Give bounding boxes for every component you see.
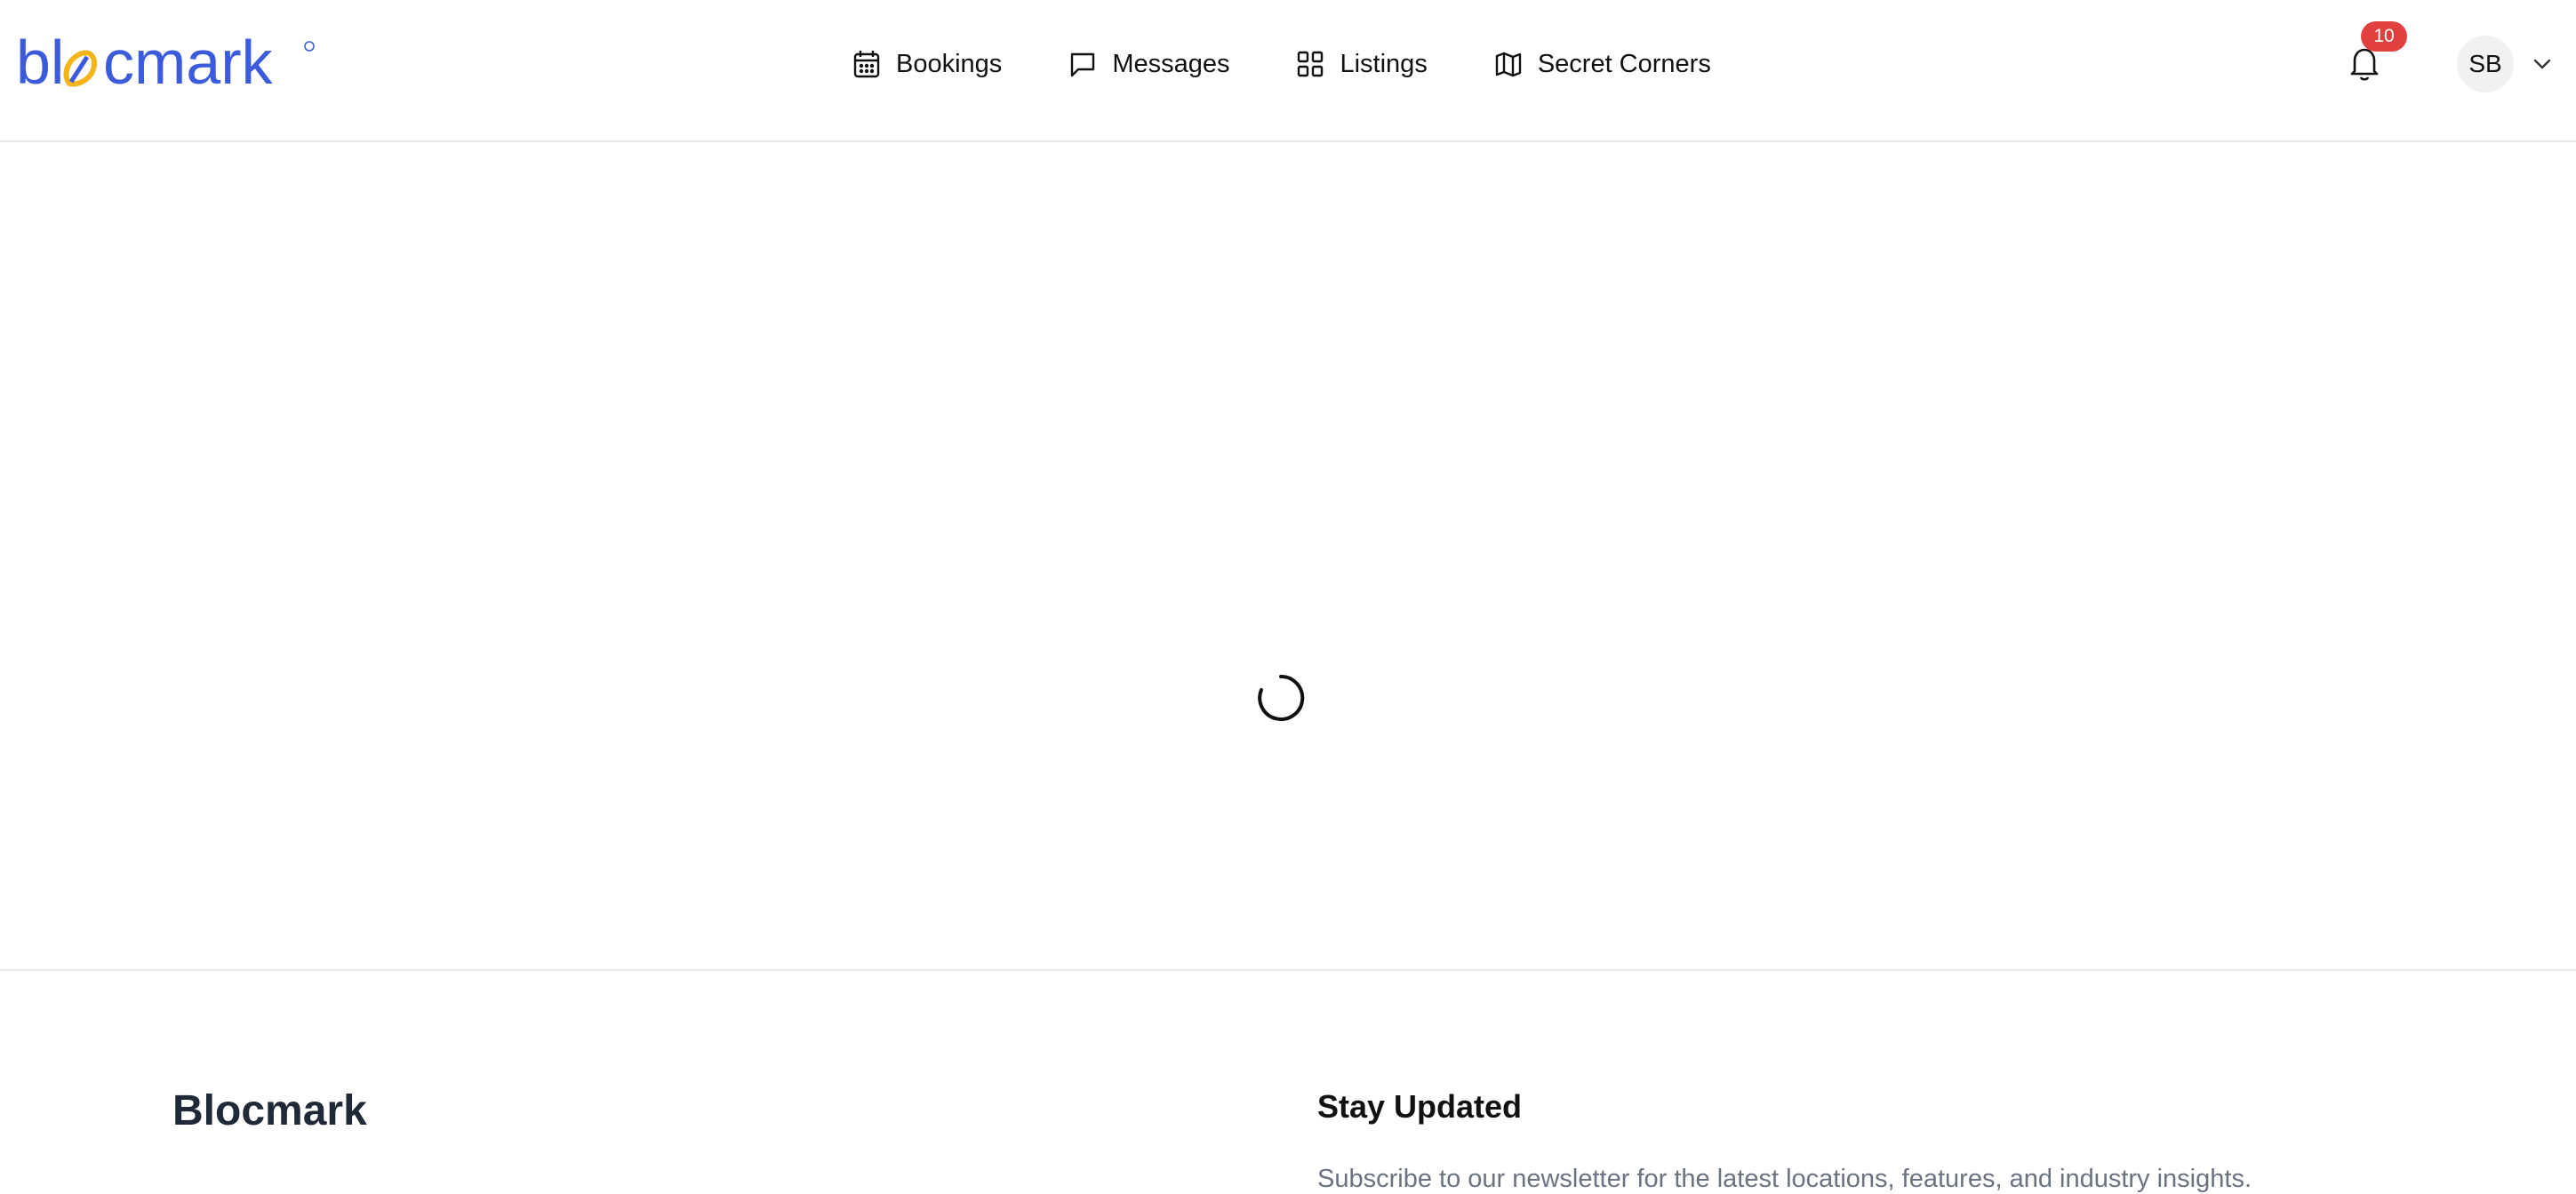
nav-item-listings[interactable]: Listings: [1295, 39, 1428, 89]
user-avatar[interactable]: SB: [2457, 36, 2514, 92]
top-navbar: bl cmark Bookings Messages Listings Secr…: [0, 0, 2576, 142]
map-icon: [1493, 49, 1524, 79]
nav-label-bookings: Bookings: [896, 49, 1003, 78]
main-content: [0, 142, 2576, 969]
nav-item-secret-corners[interactable]: Secret Corners: [1493, 39, 1711, 89]
nav-item-messages[interactable]: Messages: [1068, 39, 1229, 89]
spinner-icon: [1255, 672, 1307, 724]
chevron-down-icon[interactable]: [2530, 52, 2555, 76]
blocmark-logo[interactable]: bl cmark: [16, 28, 318, 97]
calendar-icon: [852, 49, 882, 79]
nav-item-bookings[interactable]: Bookings: [852, 39, 1002, 89]
notification-count-badge: 10: [2361, 21, 2407, 52]
svg-text:bl: bl: [16, 36, 64, 94]
page-footer: Blocmark Stay Updated Subscribe to our n…: [0, 969, 2576, 1193]
svg-text:cmark: cmark: [103, 36, 274, 94]
nav-label-messages: Messages: [1112, 49, 1230, 78]
footer-brand: Blocmark: [172, 1087, 367, 1134]
newsletter-description: Subscribe to our newsletter for the late…: [1317, 1165, 2252, 1193]
main-nav: Bookings Messages Listings Secret Corner…: [852, 39, 1711, 89]
grid-icon: [1295, 49, 1325, 79]
bell-icon: [2347, 48, 2382, 87]
nav-label-secret-corners: Secret Corners: [1537, 49, 1711, 78]
newsletter-heading: Stay Updated: [1317, 1088, 1523, 1125]
nav-label-listings: Listings: [1340, 49, 1428, 78]
message-square-icon: [1068, 49, 1098, 79]
